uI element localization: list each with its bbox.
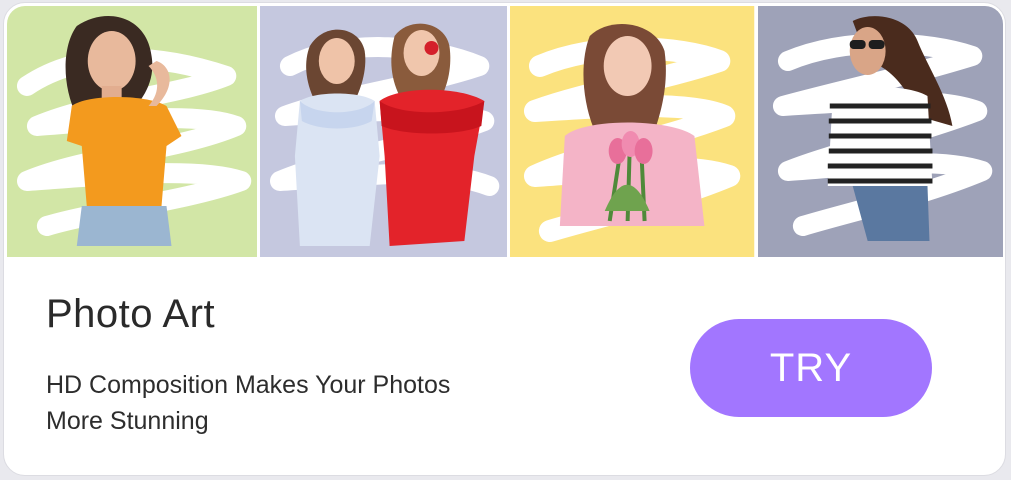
photo-tile-striped-top bbox=[757, 6, 1003, 257]
photo-tile-pink-tulips bbox=[510, 6, 755, 257]
photo-art-image bbox=[260, 6, 508, 257]
subtitle-line: More Stunning bbox=[46, 407, 209, 435]
card-subtitle: HD Composition Makes Your Photos More St… bbox=[46, 367, 566, 439]
card-title: Photo Art bbox=[46, 292, 216, 336]
photo-art-image bbox=[757, 6, 1003, 257]
photo-art-image bbox=[7, 6, 258, 257]
photo-art-image bbox=[510, 6, 755, 257]
photo-art-card[interactable]: Photo Art HD Composition Makes Your Phot… bbox=[3, 2, 1006, 476]
photo-gallery bbox=[7, 6, 1003, 257]
photo-tile-two-girls bbox=[260, 6, 508, 257]
subtitle-line: HD Composition Makes Your Photos bbox=[46, 371, 451, 399]
photo-tile-orange-top bbox=[7, 6, 258, 257]
try-button[interactable]: TRY bbox=[690, 319, 932, 417]
